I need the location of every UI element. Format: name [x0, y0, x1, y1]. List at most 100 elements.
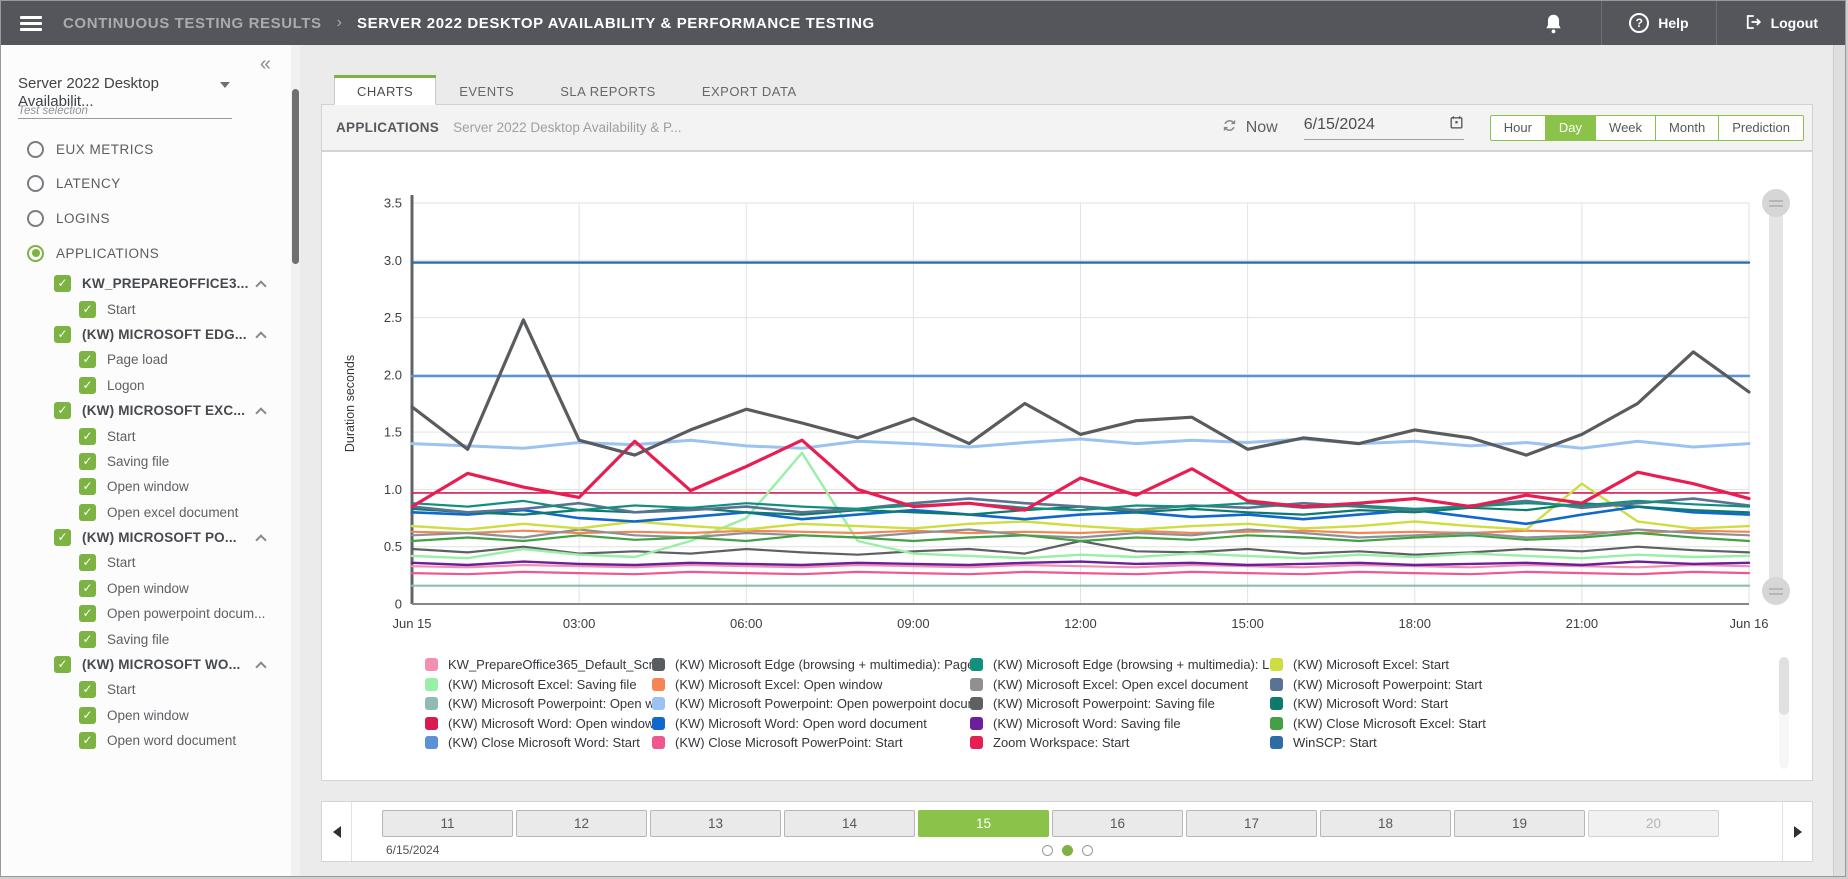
legend-item-kw-microsoft-excel-saving-file[interactable]: (KW) Microsoft Excel: Saving file: [425, 675, 652, 695]
tree-child-kw-microsoft-po-open-powerpoint-docum[interactable]: ✓Open powerpoint docum...: [1, 601, 291, 626]
tree-parent-kw-microsoft-exc[interactable]: ✓(KW) MICROSOFT EXC...: [1, 398, 291, 423]
checkbox-checked-icon[interactable]: ✓: [54, 656, 71, 673]
breadcrumb-root[interactable]: CONTINUOUS TESTING RESULTS: [63, 15, 322, 32]
checkbox-checked-icon[interactable]: ✓: [79, 732, 96, 749]
refresh-now-button[interactable]: Now: [1221, 117, 1278, 139]
day-button-14[interactable]: 14: [784, 810, 915, 837]
legend-item-kw-microsoft-word-saving-file[interactable]: (KW) Microsoft Word: Saving file: [970, 714, 1270, 734]
sidebar-scrollbar-track[interactable]: [291, 45, 300, 876]
day-button-15[interactable]: 15: [918, 810, 1049, 837]
sidebar-collapse-icon[interactable]: «: [260, 53, 271, 76]
legend-item-kw-microsoft-powerpoint-open-powerpoint-document[interactable]: (KW) Microsoft Powerpoint: Open powerpoi…: [652, 694, 970, 714]
calendar-icon[interactable]: [1449, 115, 1464, 135]
legend-item-kw-microsoft-excel-start[interactable]: (KW) Microsoft Excel: Start: [1270, 655, 1732, 675]
legend-item-zoom-workspace-start[interactable]: Zoom Workspace: Start: [970, 733, 1270, 749]
legend-item-kw-microsoft-edge-browsing-multimedia-logon[interactable]: (KW) Microsoft Edge (browsing + multimed…: [970, 655, 1270, 675]
tree-child-kw-microsoft-exc-start[interactable]: ✓Start: [1, 423, 291, 448]
day-button-12[interactable]: 12: [516, 810, 647, 837]
checkbox-checked-icon[interactable]: ✓: [79, 428, 96, 445]
legend-item-kw-close-microsoft-powerpoint-start[interactable]: (KW) Close Microsoft PowerPoint: Start: [652, 733, 970, 749]
date-input[interactable]: 6/15/2024: [1304, 115, 1464, 140]
day-button-13[interactable]: 13: [650, 810, 781, 837]
legend-item-kw-microsoft-powerpoint-start[interactable]: (KW) Microsoft Powerpoint: Start: [1270, 675, 1732, 695]
legend-item-kw-microsoft-excel-open-window[interactable]: (KW) Microsoft Excel: Open window: [652, 675, 970, 695]
legend-item-kw-microsoft-excel-open-excel-document[interactable]: (KW) Microsoft Excel: Open excel documen…: [970, 675, 1270, 695]
range-button-prediction[interactable]: Prediction: [1718, 116, 1803, 140]
legend-item-winscp-start[interactable]: WinSCP: Start: [1270, 733, 1732, 749]
tree-parent-kw-prepareoffice3[interactable]: ✓KW_PREPAREOFFICE3...: [1, 271, 291, 296]
legend-item-kw-prepareoffice365-default-script-start[interactable]: KW_PrepareOffice365_Default_Script: Star…: [425, 655, 652, 675]
notifications-bell-icon[interactable]: [1544, 13, 1563, 34]
checkbox-checked-icon[interactable]: ✓: [79, 681, 96, 698]
checkbox-checked-icon[interactable]: ✓: [79, 631, 96, 648]
tree-child-kw-microsoft-edg-page-load[interactable]: ✓Page load: [1, 347, 291, 372]
yaxis-zoom-slider-top-handle[interactable]: [1762, 189, 1790, 217]
pager-dot-2[interactable]: [1062, 845, 1073, 856]
checkbox-checked-icon[interactable]: ✓: [54, 326, 71, 343]
range-button-hour[interactable]: Hour: [1491, 116, 1545, 140]
yaxis-zoom-slider-bottom-handle[interactable]: [1762, 577, 1790, 605]
tab-events[interactable]: EVENTS: [436, 77, 537, 105]
checkbox-checked-icon[interactable]: ✓: [79, 580, 96, 597]
pager-dot-1[interactable]: [1042, 845, 1053, 856]
tree-child-kw-prepareoffice3-start[interactable]: ✓Start: [1, 296, 291, 321]
metric-option-logins[interactable]: LOGINS: [1, 201, 291, 236]
legend-item-kw-microsoft-edge-browsing-multimedia-page-load[interactable]: (KW) Microsoft Edge (browsing + multimed…: [652, 655, 970, 675]
metric-option-applications[interactable]: APPLICATIONS: [1, 236, 291, 271]
tree-child-kw-microsoft-wo-start[interactable]: ✓Start: [1, 677, 291, 702]
tree-parent-kw-microsoft-po[interactable]: ✓(KW) MICROSOFT PO...: [1, 525, 291, 550]
day-button-19[interactable]: 19: [1454, 810, 1585, 837]
tab-export-data[interactable]: EXPORT DATA: [679, 77, 820, 105]
checkbox-checked-icon[interactable]: ✓: [79, 554, 96, 571]
tree-child-kw-microsoft-po-start[interactable]: ✓Start: [1, 550, 291, 575]
checkbox-checked-icon[interactable]: ✓: [79, 453, 96, 470]
legend-item-kw-microsoft-powerpoint-saving-file[interactable]: (KW) Microsoft Powerpoint: Saving file: [970, 694, 1270, 714]
yaxis-zoom-slider-track[interactable]: [1769, 201, 1783, 593]
chevron-up-icon[interactable]: [255, 534, 266, 545]
legend-item-kw-microsoft-word-start[interactable]: (KW) Microsoft Word: Start: [1270, 694, 1732, 714]
tree-child-kw-microsoft-po-open-window[interactable]: ✓Open window: [1, 576, 291, 601]
tree-child-kw-microsoft-wo-open-word-document[interactable]: ✓Open word document: [1, 728, 291, 753]
metric-option-eux-metrics[interactable]: EUX METRICS: [1, 132, 291, 167]
checkbox-checked-icon[interactable]: ✓: [54, 275, 71, 292]
day-button-17[interactable]: 17: [1186, 810, 1317, 837]
checkbox-checked-icon[interactable]: ✓: [54, 402, 71, 419]
checkbox-checked-icon[interactable]: ✓: [54, 529, 71, 546]
range-button-month[interactable]: Month: [1655, 116, 1718, 140]
tree-parent-kw-microsoft-edg[interactable]: ✓(KW) MICROSOFT EDG...: [1, 322, 291, 347]
range-button-day[interactable]: Day: [1545, 116, 1595, 140]
pager-dot-3[interactable]: [1082, 845, 1093, 856]
day-button-11[interactable]: 11: [382, 810, 513, 837]
day-button-18[interactable]: 18: [1320, 810, 1451, 837]
tree-child-kw-microsoft-exc-saving-file[interactable]: ✓Saving file: [1, 449, 291, 474]
tree-child-kw-microsoft-po-saving-file[interactable]: ✓Saving file: [1, 626, 291, 651]
checkbox-checked-icon[interactable]: ✓: [79, 301, 96, 318]
tree-parent-kw-microsoft-wo[interactable]: ✓(KW) MICROSOFT WO...: [1, 652, 291, 677]
metric-option-latency[interactable]: LATENCY: [1, 167, 291, 202]
sidebar-scrollbar-thumb[interactable]: [292, 89, 299, 264]
chevron-up-icon[interactable]: [255, 280, 266, 291]
logout-button[interactable]: Logout: [1717, 13, 1845, 34]
tree-child-kw-microsoft-exc-open-excel-document[interactable]: ✓Open excel document: [1, 500, 291, 525]
legend-item-kw-microsoft-powerpoint-open-window[interactable]: (KW) Microsoft Powerpoint: Open window: [425, 694, 652, 714]
pager-next-button[interactable]: [1782, 802, 1812, 861]
tree-child-kw-microsoft-edg-logon[interactable]: ✓Logon: [1, 373, 291, 398]
checkbox-checked-icon[interactable]: ✓: [79, 605, 96, 622]
tab-charts[interactable]: CHARTS: [334, 77, 436, 105]
series-line-kw-close-microsoft-powerpoint-start[interactable]: [412, 572, 1749, 574]
tab-sla-reports[interactable]: SLA REPORTS: [537, 77, 679, 105]
chevron-up-icon[interactable]: [255, 331, 266, 342]
menu-icon[interactable]: [20, 16, 42, 31]
help-button[interactable]: ? Help: [1602, 13, 1715, 33]
chevron-up-icon[interactable]: [255, 661, 266, 672]
chevron-up-icon[interactable]: [255, 407, 266, 418]
legend-item-kw-microsoft-word-open-word-document[interactable]: (KW) Microsoft Word: Open word document: [652, 714, 970, 734]
checkbox-checked-icon[interactable]: ✓: [79, 478, 96, 495]
checkbox-checked-icon[interactable]: ✓: [79, 504, 96, 521]
day-button-16[interactable]: 16: [1052, 810, 1183, 837]
tree-child-kw-microsoft-wo-open-window[interactable]: ✓Open window: [1, 703, 291, 728]
legend-item-kw-close-microsoft-excel-start[interactable]: (KW) Close Microsoft Excel: Start: [1270, 714, 1732, 734]
legend-scrollbar-thumb[interactable]: [1779, 657, 1789, 715]
range-button-week[interactable]: Week: [1595, 116, 1655, 140]
tree-child-kw-microsoft-exc-open-window[interactable]: ✓Open window: [1, 474, 291, 499]
